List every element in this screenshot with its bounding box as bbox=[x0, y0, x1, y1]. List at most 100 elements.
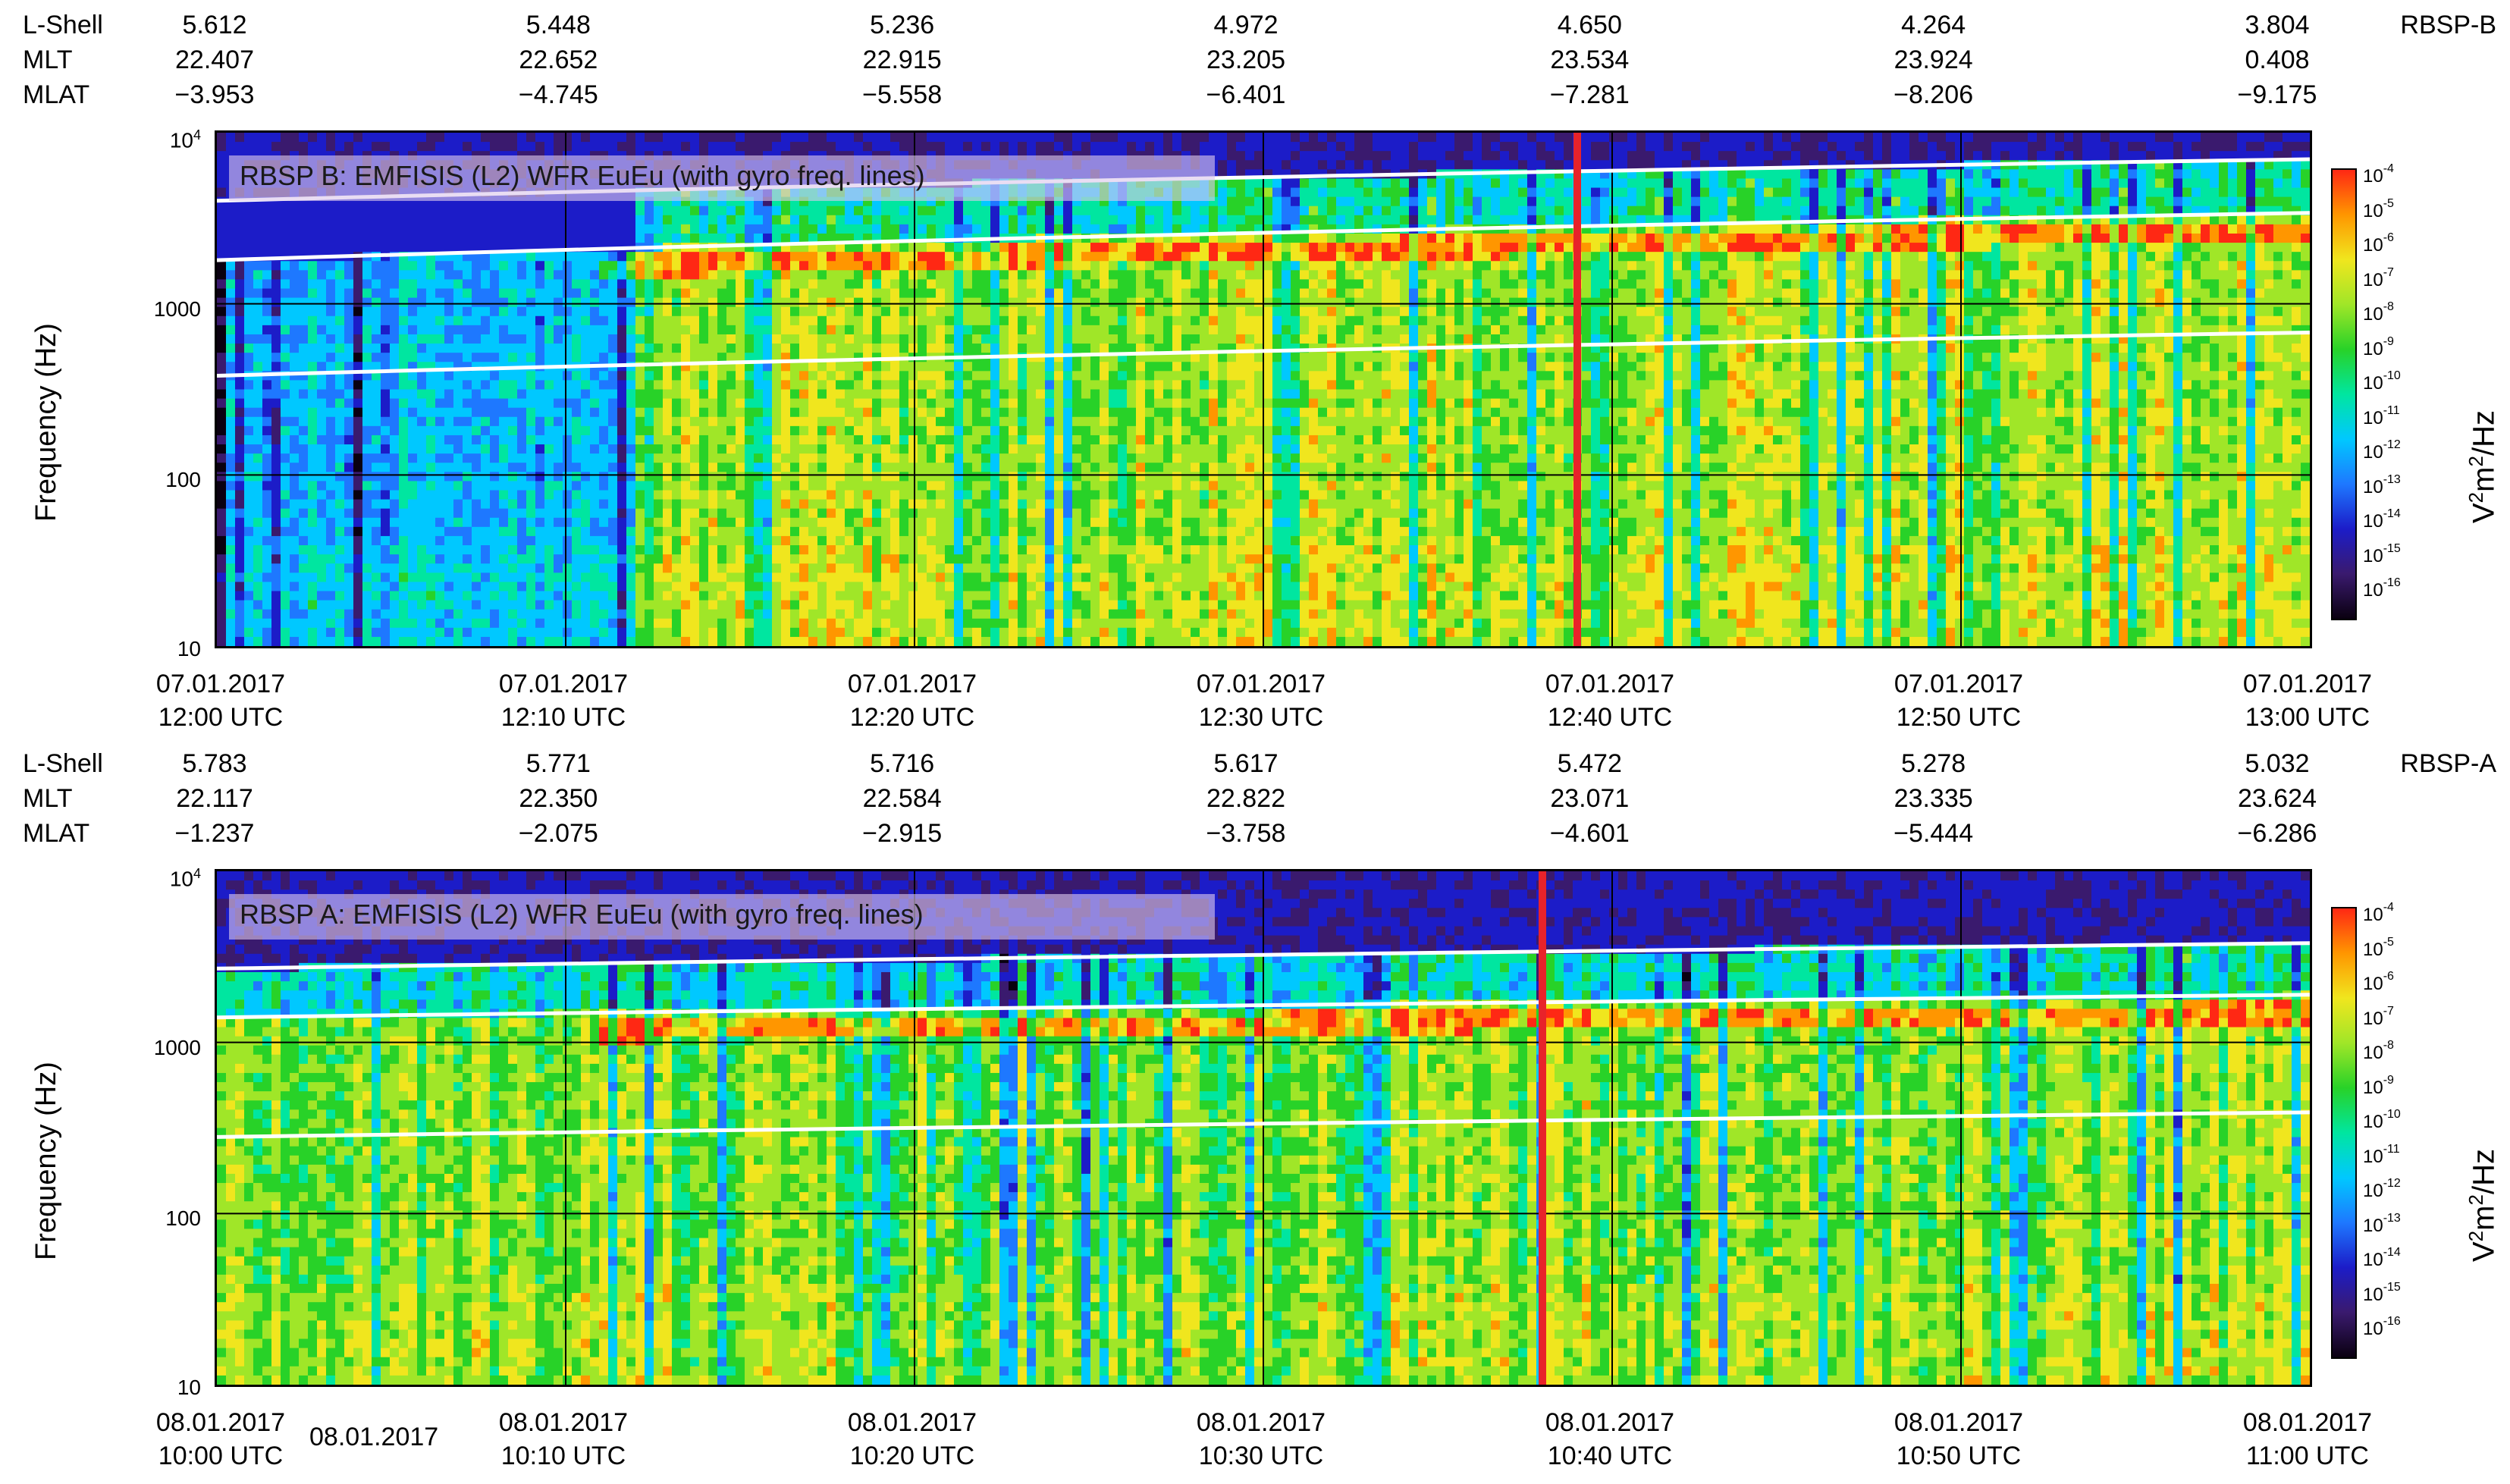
spacecraft-label: RBSP-A bbox=[2400, 746, 2496, 781]
ephemeris-value: −2.075 bbox=[519, 816, 598, 851]
ephemeris-value: 22.915 bbox=[863, 42, 942, 77]
ytick-10: 10 bbox=[148, 637, 201, 661]
colorbar-label: V2m2/Hz bbox=[2465, 410, 2501, 523]
colorbar-tick-label: 10-5 bbox=[2363, 936, 2394, 960]
eph-label-lshell: L-Shell bbox=[23, 8, 103, 42]
spectrogram-svg bbox=[217, 871, 2310, 1385]
colorbar-tick-label: 10-7 bbox=[2363, 1005, 2394, 1029]
x-tick-label: 07.01.2017 12:30 UTC bbox=[1197, 667, 1326, 734]
colorbar-tick-label: 10-5 bbox=[2363, 197, 2394, 221]
ytick-100: 100 bbox=[148, 468, 201, 492]
x-tick-extra: 08.01.2017 bbox=[309, 1423, 438, 1452]
y-axis-label: Frequency (Hz) bbox=[30, 323, 63, 522]
colorbar-tick-label: 10-9 bbox=[2363, 1074, 2394, 1098]
colorbar-label: V2m2/Hz bbox=[2465, 1149, 2501, 1262]
ephemeris-value: −8.206 bbox=[1893, 77, 1973, 112]
colorbar-tick-label: 10-9 bbox=[2363, 335, 2394, 359]
colorbar-tick-label: 10-15 bbox=[2363, 542, 2401, 566]
x-tick-label: 07.01.2017 12:40 UTC bbox=[1545, 667, 1674, 734]
ephemeris-value: −3.758 bbox=[1206, 816, 1286, 851]
ytick-1000: 1000 bbox=[148, 297, 201, 322]
ephemeris-value: 22.407 bbox=[175, 42, 254, 77]
colorbar-tick-label: 10-13 bbox=[2363, 1212, 2401, 1236]
y-axis-label: Frequency (Hz) bbox=[30, 1062, 63, 1260]
x-tick-label: 07.01.2017 12:50 UTC bbox=[1894, 667, 2023, 734]
colorbar-tick-label: 10-13 bbox=[2363, 473, 2401, 497]
ephemeris-value: 5.612 bbox=[182, 8, 246, 42]
panel-rbsp-b: L-Shell MLT MLAT RBSP-B RBSP B: EMFISIS … bbox=[0, 0, 2510, 742]
ephemeris-value: 23.335 bbox=[1894, 781, 1973, 816]
colorbar-tick-label: 10-12 bbox=[2363, 438, 2401, 463]
x-tick-label: 07.01.2017 12:10 UTC bbox=[499, 667, 628, 734]
x-tick-label: 07.01.2017 12:20 UTC bbox=[848, 667, 977, 734]
ephemeris-value: −2.915 bbox=[862, 816, 942, 851]
ephemeris-value: −9.175 bbox=[2238, 77, 2317, 112]
eph-label-mlt: MLT bbox=[23, 42, 72, 77]
ephemeris-value: −7.281 bbox=[1550, 77, 1630, 112]
ephemeris-value: −3.953 bbox=[175, 77, 255, 112]
colorbar-tick-label: 10-16 bbox=[2363, 576, 2401, 601]
ephemeris-value: −4.745 bbox=[519, 77, 598, 112]
colorbar-tick-label: 10-6 bbox=[2363, 231, 2394, 256]
ephemeris-value: 0.408 bbox=[2245, 42, 2309, 77]
ephemeris-value: 22.822 bbox=[1206, 781, 1285, 816]
ephemeris-value: 23.624 bbox=[2238, 781, 2317, 816]
colorbar-tick-label: 10-14 bbox=[2363, 1246, 2401, 1270]
ytick-1000: 1000 bbox=[148, 1036, 201, 1060]
ephemeris-value: 5.617 bbox=[1213, 746, 1278, 781]
colorbar-tick-label: 10-12 bbox=[2363, 1177, 2401, 1201]
x-tick-label: 08.01.2017 10:20 UTC bbox=[848, 1406, 977, 1473]
ephemeris-value: −5.444 bbox=[1893, 816, 1973, 851]
spectrogram-plot: RBSP B: EMFISIS (L2) WFR EuEu (with gyro… bbox=[215, 130, 2312, 648]
eph-label-mlat: MLAT bbox=[23, 816, 89, 851]
ephemeris-value: 22.350 bbox=[519, 781, 598, 816]
ephemeris-value: 5.448 bbox=[526, 8, 591, 42]
ephemeris-value: −6.286 bbox=[2238, 816, 2317, 851]
ephemeris-value: 5.236 bbox=[870, 8, 934, 42]
ephemeris-value: 22.652 bbox=[519, 42, 598, 77]
spectrogram-svg bbox=[217, 133, 2310, 646]
x-tick-label: 07.01.2017 12:00 UTC bbox=[156, 667, 285, 734]
colorbar-tick-label: 10-7 bbox=[2363, 266, 2394, 290]
plot-title: RBSP A: EMFISIS (L2) WFR EuEu (with gyro… bbox=[240, 899, 924, 930]
colorbar-tick-label: 10-4 bbox=[2363, 901, 2394, 925]
ephemeris-value: −6.401 bbox=[1206, 77, 1286, 112]
ephemeris-value: 22.117 bbox=[176, 781, 253, 816]
colorbar-tick-label: 10-8 bbox=[2363, 300, 2394, 325]
ytick-100: 100 bbox=[148, 1206, 201, 1231]
x-tick-label: 08.01.2017 11:00 UTC bbox=[2243, 1406, 2372, 1473]
ephemeris-value: 23.071 bbox=[1550, 781, 1629, 816]
ephemeris-value: 4.972 bbox=[1213, 8, 1278, 42]
eph-label-mlt: MLT bbox=[23, 781, 72, 816]
colorbar-tick-label: 10-6 bbox=[2363, 970, 2394, 994]
colorbar bbox=[2331, 907, 2357, 1359]
ephemeris-value: 5.032 bbox=[2245, 746, 2309, 781]
ephemeris-value: 5.783 bbox=[182, 746, 246, 781]
spectrogram-plot: RBSP A: EMFISIS (L2) WFR EuEu (with gyro… bbox=[215, 869, 2312, 1387]
ytick-10000: 104 bbox=[148, 127, 201, 152]
eph-label-lshell: L-Shell bbox=[23, 746, 103, 781]
colorbar-tick-label: 10-11 bbox=[2363, 1143, 2400, 1167]
eph-label-mlat: MLAT bbox=[23, 77, 89, 112]
ephemeris-value: 5.771 bbox=[526, 746, 591, 781]
panel-rbsp-a: L-Shell MLT MLAT RBSP-A RBSP A: EMFISIS … bbox=[0, 742, 2510, 1484]
spacecraft-label: RBSP-B bbox=[2400, 8, 2496, 42]
ytick-10: 10 bbox=[148, 1376, 201, 1400]
x-tick-label: 08.01.2017 10:40 UTC bbox=[1545, 1406, 1674, 1473]
x-tick-label: 08.01.2017 10:00 UTC bbox=[156, 1406, 285, 1473]
ephemeris-value: 23.205 bbox=[1206, 42, 1285, 77]
ephemeris-value: 5.716 bbox=[870, 746, 934, 781]
colorbar-tick-label: 10-16 bbox=[2363, 1315, 2401, 1339]
x-tick-label: 07.01.2017 13:00 UTC bbox=[2243, 667, 2372, 734]
ephemeris-value: 5.278 bbox=[1901, 746, 1966, 781]
plot-title: RBSP B: EMFISIS (L2) WFR EuEu (with gyro… bbox=[240, 160, 925, 192]
colorbar-tick-label: 10-14 bbox=[2363, 507, 2401, 532]
colorbar-tick-label: 10-4 bbox=[2363, 162, 2394, 187]
colorbar-tick-label: 10-15 bbox=[2363, 1281, 2401, 1305]
ephemeris-value: 23.534 bbox=[1550, 42, 1629, 77]
colorbar-tick-label: 10-8 bbox=[2363, 1039, 2394, 1063]
colorbar-tick-label: 10-10 bbox=[2363, 1108, 2401, 1132]
ytick-10000: 104 bbox=[148, 866, 201, 891]
colorbar-tick-label: 10-11 bbox=[2363, 404, 2400, 428]
ephemeris-value: 4.650 bbox=[1558, 8, 1622, 42]
